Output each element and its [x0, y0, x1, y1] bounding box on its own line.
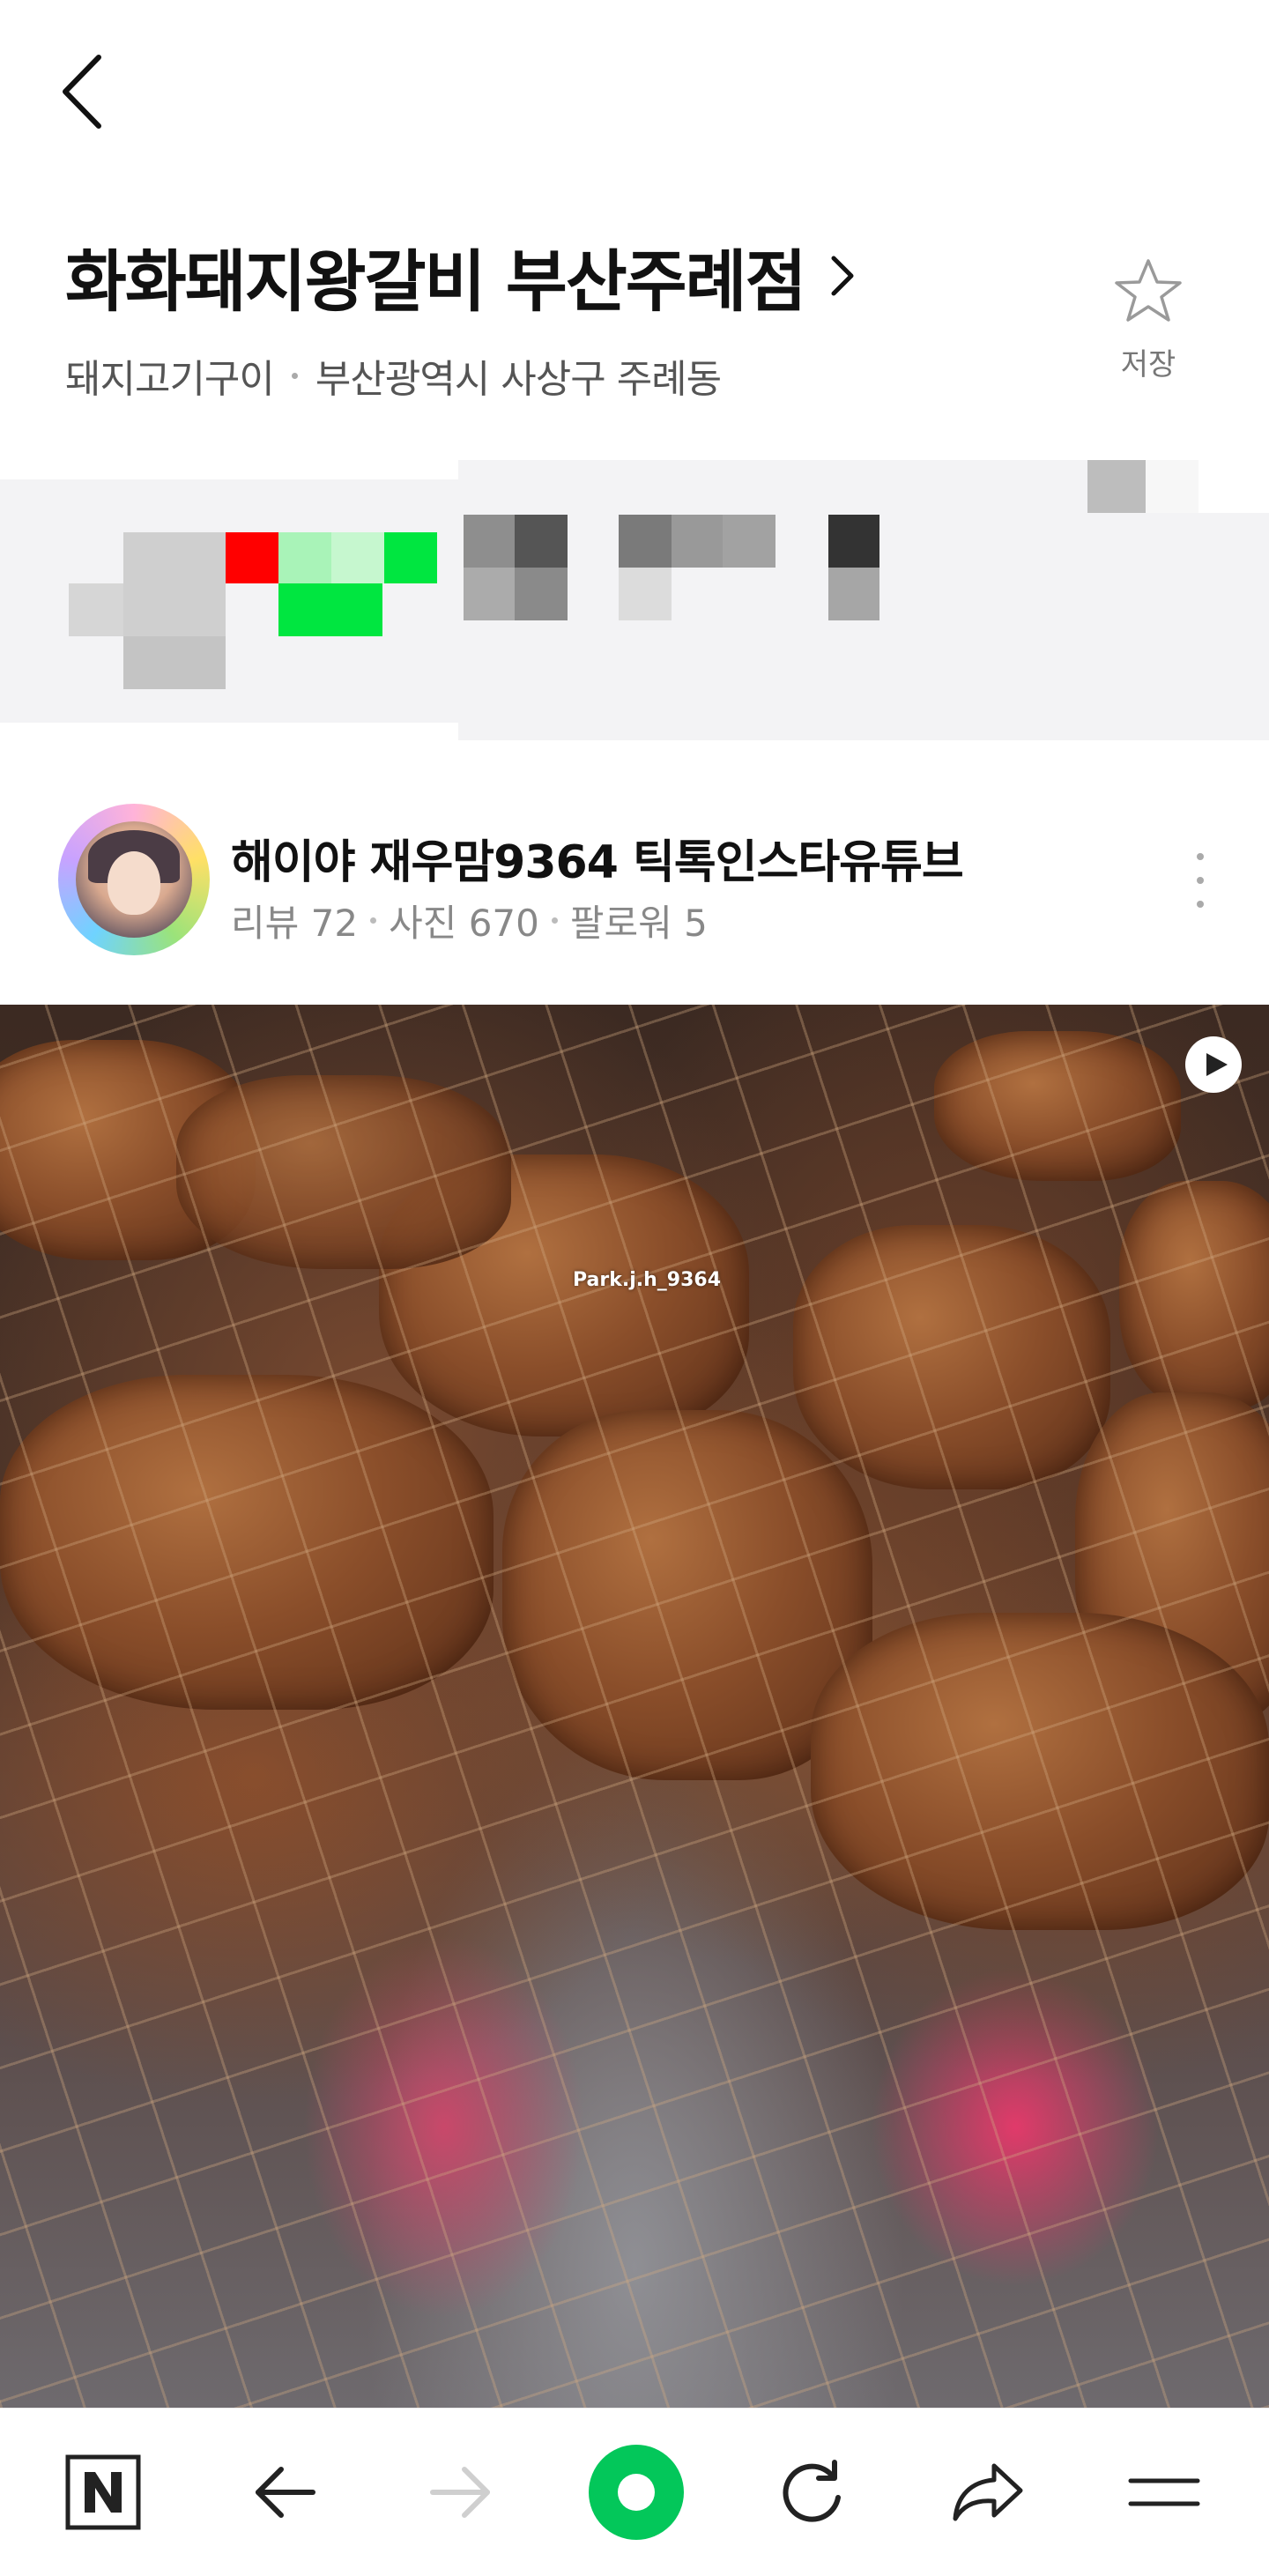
photo-count: 사진 670: [389, 902, 539, 945]
menu-icon: [1128, 2478, 1200, 2506]
place-meta: 돼지고기구이 부산광역시 사상구 주례동: [65, 347, 1269, 404]
grill-mesh: [0, 1005, 1269, 2408]
place-title-row[interactable]: 화화돼지왕갈비 부산주례점: [65, 227, 1269, 324]
separator-dot: [370, 917, 377, 924]
green-dot-button[interactable]: [583, 2409, 689, 2576]
play-button[interactable]: [1185, 1036, 1242, 1093]
more-options-button[interactable]: [1181, 841, 1220, 920]
avatar[interactable]: [58, 804, 210, 955]
share-button[interactable]: [939, 2409, 1036, 2576]
chevron-right-icon: [831, 256, 853, 296]
reviewer-name[interactable]: 해이야 재우맘9364 틱톡인스타유튜브: [231, 825, 964, 891]
naver-home-button[interactable]: [55, 2409, 152, 2576]
bottom-navigation-bar: [0, 2408, 1269, 2576]
place-category: 돼지고기구이: [65, 357, 275, 402]
refresh-icon: [783, 2460, 841, 2522]
back-button[interactable]: [51, 49, 115, 134]
more-vertical-icon: [1197, 853, 1204, 860]
browser-back-button[interactable]: [236, 2409, 333, 2576]
place-address: 부산광역시 사상구 주례동: [315, 357, 722, 402]
follower-count: 팔로워 5: [569, 902, 708, 945]
green-dot-icon: [589, 2445, 684, 2540]
separator-dot: [551, 917, 558, 924]
save-label: 저장: [1120, 347, 1176, 382]
share-icon: [953, 2463, 1023, 2521]
play-icon: [1206, 1053, 1228, 1076]
reviewer-row: 해이야 재우맘9364 틱톡인스타유튜브 리뷰 72 사진 670 팔로워 5: [0, 793, 1269, 978]
review-video[interactable]: Park.j.h_9364: [0, 1005, 1269, 2408]
separator-dot: [291, 372, 298, 379]
browser-forward-button[interactable]: [412, 2409, 509, 2576]
star-icon: [1115, 259, 1182, 322]
menu-button[interactable]: [1116, 2409, 1213, 2576]
naver-home-icon: [65, 2454, 141, 2530]
place-title[interactable]: 화화돼지왕갈비 부산주례점: [65, 227, 806, 324]
save-button[interactable]: 저장: [1100, 257, 1197, 390]
pixel-red: [226, 532, 278, 583]
forward-arrow-icon: [430, 2467, 490, 2518]
avatar-image: [76, 821, 192, 938]
place-header: 화화돼지왕갈비 부산주례점 돼지고기구이 부산광역시 사상구 주례동: [65, 227, 1269, 404]
chevron-left-icon: [63, 55, 101, 129]
pixelated-banner: [0, 460, 1269, 740]
back-arrow-icon: [256, 2467, 315, 2518]
reviewer-stats: 리뷰 72 사진 670 팔로워 5: [231, 894, 708, 947]
refresh-button[interactable]: [763, 2409, 860, 2576]
watermark: Park.j.h_9364: [573, 1269, 722, 1291]
review-count: 리뷰 72: [231, 902, 359, 945]
